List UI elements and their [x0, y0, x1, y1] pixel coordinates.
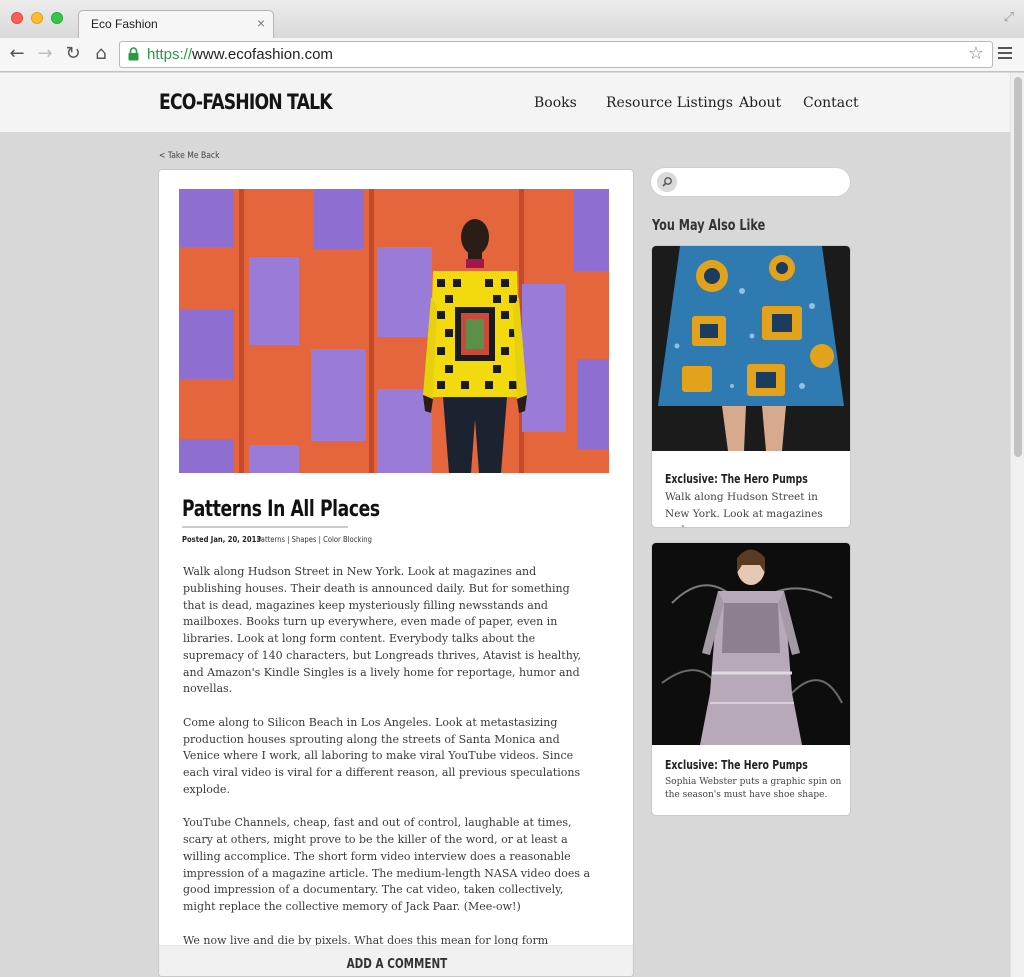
url-text: https://www.ecofashion.com — [147, 46, 333, 63]
reload-icon[interactable]: ↻ — [62, 43, 84, 65]
forward-arrow-icon[interactable]: → — [34, 43, 56, 65]
browser-toolbar: ← → ↻ ⌂ https://www.ecofashion.com ☆ — [0, 38, 1024, 72]
lock-icon — [128, 47, 139, 61]
search-icon[interactable] — [657, 172, 677, 192]
related-post-title[interactable]: Exclusive: The Hero Pumps — [665, 758, 808, 772]
zoom-window-button[interactable] — [51, 12, 63, 24]
back-arrow-icon[interactable]: ← — [6, 43, 28, 65]
nav-books[interactable]: Books — [534, 95, 577, 111]
address-bar[interactable]: https://www.ecofashion.com ☆ — [119, 41, 993, 68]
page-scrollbar[interactable] — [1010, 73, 1024, 977]
tag-color-blocking[interactable]: Color Blocking — [323, 535, 372, 544]
related-post-excerpt: Sophia Webster puts a graphic spin on th… — [665, 777, 842, 800]
url-scheme: https:// — [147, 46, 193, 63]
article-tags: Patterns | Shapes | Color Blocking — [257, 535, 372, 544]
posted-date: Posted Jan, 20, 2013 — [182, 535, 262, 544]
tab-close-icon[interactable]: × — [257, 15, 265, 31]
fullscreen-icon[interactable]: ⤢ — [1004, 10, 1014, 25]
article-body: Walk along Hudson Street in New York. Lo… — [183, 564, 591, 976]
add-comment-button[interactable]: ADD A COMMENT — [347, 957, 448, 972]
title-divider — [182, 526, 348, 528]
tag-shapes[interactable]: Shapes — [292, 535, 317, 544]
nav-resource-listings[interactable]: Resource Listings — [606, 95, 733, 111]
site-logo[interactable]: ECO-FASHION TALK — [159, 90, 333, 114]
search-input[interactable] — [683, 173, 843, 191]
related-post-title[interactable]: Exclusive: The Hero Pumps — [665, 472, 808, 486]
search-box — [650, 167, 851, 197]
minimize-window-button[interactable] — [31, 12, 43, 24]
scrollbar-thumb[interactable] — [1014, 77, 1022, 457]
browser-tab[interactable]: Eco Fashion × — [78, 10, 274, 38]
related-post-image — [652, 246, 850, 451]
related-post-excerpt: Walk along Hudson Street in New York. Lo… — [665, 491, 823, 527]
tab-title: Eco Fashion — [91, 17, 158, 31]
related-post-card[interactable]: Exclusive: The Hero Pumps Sophia Webster… — [651, 542, 851, 816]
close-window-button[interactable] — [11, 12, 23, 24]
related-post-card[interactable]: Exclusive: The Hero Pumps Walk along Hud… — [651, 245, 851, 528]
related-post-image — [652, 543, 850, 745]
article-hero-image — [179, 189, 609, 473]
url-host: www.ecofashion.com — [192, 46, 333, 63]
article-title: Patterns In All Places — [182, 497, 380, 522]
menu-icon[interactable] — [998, 47, 1012, 62]
article-paragraph: YouTube Channels, cheap, fast and out of… — [183, 816, 591, 913]
bookmark-star-icon[interactable]: ☆ — [968, 43, 984, 64]
site-header: ECO-FASHION TALK Books Resource Listings… — [0, 73, 1010, 132]
browser-titlebar: Eco Fashion × ⤢ — [0, 0, 1024, 38]
nav-about[interactable]: About — [739, 95, 781, 111]
article-paragraph: Walk along Hudson Street in New York. Lo… — [183, 565, 582, 696]
sidebar-heading: You May Also Like — [652, 216, 766, 234]
add-comment-bar[interactable]: ADD A COMMENT — [159, 945, 633, 976]
home-icon[interactable]: ⌂ — [90, 43, 112, 65]
article-card: Patterns In All Places Posted Jan, 20, 2… — [158, 169, 634, 977]
nav-contact[interactable]: Contact — [803, 95, 859, 111]
take-me-back-link[interactable]: < Take Me Back — [159, 151, 220, 161]
article-paragraph: Come along to Silicon Beach in Los Angel… — [183, 715, 581, 796]
tag-patterns[interactable]: Patterns — [257, 535, 285, 544]
